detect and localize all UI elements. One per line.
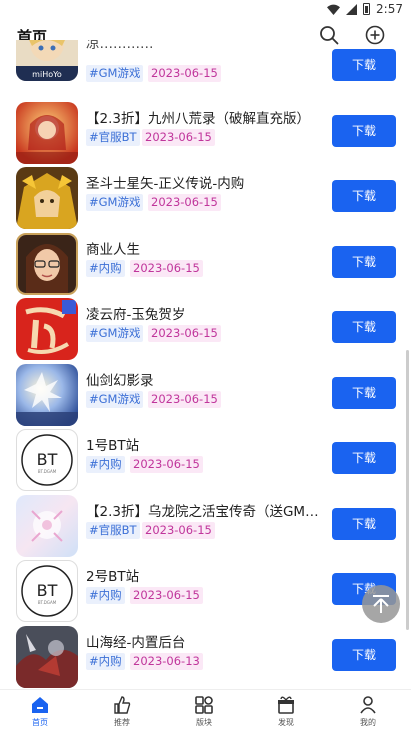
tab-label: 首页	[32, 718, 48, 727]
game-date-tag: 2023-06-13	[130, 653, 203, 670]
tab-home[interactable]: 首页	[10, 693, 70, 731]
signal-icon	[346, 3, 358, 15]
game-title: 凉…………	[86, 40, 154, 52]
game-type-tag: #内购	[86, 456, 125, 473]
game-date-tag: 2023-06-15	[130, 587, 203, 604]
game-title: 凌云府-玉兔贺岁	[86, 307, 186, 323]
game-date-tag: 2023-06-15	[142, 129, 215, 146]
game-title: 圣斗士星矢-正义传说-内购	[86, 176, 245, 192]
game-date-tag: 2023-06-15	[148, 65, 221, 82]
game-title: 1号BT站	[86, 438, 140, 454]
game-type-tag: #GM游戏	[86, 391, 144, 408]
tab-label: 发现	[278, 718, 294, 727]
tab-sections[interactable]: 版块	[174, 693, 234, 731]
bt-logo-text: BT	[37, 450, 58, 469]
game-row[interactable]: 【2.3折】乌龙院之活宝传奇（送GM… #官服BT 2023-06-15 下载	[0, 495, 411, 560]
bt-logo-subtext: BT.DGAM	[38, 469, 57, 474]
tab-mine[interactable]: 我的	[338, 693, 398, 731]
grid-icon	[195, 696, 213, 714]
game-row[interactable]: 【2.3折】九州八荒录（破解直充版） #官服BT 2023-06-15 下载	[0, 102, 411, 167]
game-row[interactable]: 山海经-内置后台 #内购 2023-06-13 下载	[0, 626, 411, 688]
game-icon-shanhaijing	[16, 626, 78, 688]
game-title: 【2.3折】乌龙院之活宝传奇（送GM…	[86, 504, 319, 520]
game-title: 商业人生	[86, 242, 140, 258]
game-type-tag: #官服BT	[86, 522, 140, 539]
game-icon-business-life	[16, 233, 78, 295]
download-button[interactable]: 下载	[332, 442, 396, 474]
arrow-up-icon	[373, 595, 389, 613]
game-date-tag: 2023-06-15	[130, 456, 203, 473]
download-button[interactable]: 下载	[332, 311, 396, 343]
game-type-tag: #GM游戏	[86, 65, 144, 82]
game-date-tag: 2023-06-15	[148, 194, 221, 211]
bt-logo-subtext: BT.DGAM	[38, 600, 57, 605]
game-type-tag: #内购	[86, 587, 125, 604]
list-scrollbar[interactable]	[406, 350, 409, 630]
icon-brand-text: miHoYo	[32, 70, 62, 79]
game-type-tag: #内购	[86, 653, 125, 670]
game-title: 【2.3折】九州八荒录（破解直充版）	[86, 111, 310, 127]
game-type-tag: #GM游戏	[86, 194, 144, 211]
game-type-tag: #内购	[86, 260, 125, 277]
game-icon-bt-station-2: BT BT.DGAM	[16, 560, 78, 622]
game-icon-lingyunfu	[16, 298, 78, 360]
game-row[interactable]: 仙剑幻影录 #GM游戏 2023-06-15 下载	[0, 364, 411, 429]
game-title: 仙剑幻影录	[86, 373, 154, 389]
battery-icon	[363, 3, 371, 15]
game-row[interactable]: BT BT.DGAM 1号BT站 #内购 2023-06-15 下载	[0, 429, 411, 494]
wifi-icon	[327, 4, 341, 15]
download-button[interactable]: 下载	[332, 246, 396, 278]
status-icons: 2:57	[327, 2, 403, 16]
tab-label: 我的	[360, 718, 376, 727]
game-row[interactable]: 圣斗士星矢-正义传说-内购 #GM游戏 2023-06-15 下载	[0, 167, 411, 232]
game-icon-saint-seiya	[16, 167, 78, 229]
game-date-tag: 2023-06-15	[148, 325, 221, 342]
game-icon-wulongyuan	[16, 495, 78, 557]
tab-discover[interactable]: 发现	[256, 693, 316, 731]
download-button[interactable]: 下载	[332, 115, 396, 147]
gift-icon	[278, 696, 294, 714]
game-date-tag: 2023-06-15	[148, 391, 221, 408]
download-button[interactable]: 下载	[332, 508, 396, 540]
tab-label: 版块	[196, 718, 212, 727]
game-icon-xianjian	[16, 364, 78, 426]
game-row[interactable]: 商业人生 #内购 2023-06-15 下载	[0, 233, 411, 298]
game-type-tag: #官服BT	[86, 129, 140, 146]
bt-logo-text: BT	[37, 581, 58, 600]
game-row[interactable]: 凌云府-玉兔贺岁 #GM游戏 2023-06-15 下载	[0, 298, 411, 363]
game-icon-genshin: miHoYo	[16, 40, 78, 81]
thumbs-up-icon	[114, 696, 131, 714]
game-row[interactable]: miHoYo 凉………… #GM游戏 2023-06-15 下载	[0, 40, 411, 103]
back-to-top-button[interactable]	[362, 585, 400, 623]
status-bar: 2:57	[0, 0, 411, 18]
game-type-tag: #GM游戏	[86, 325, 144, 342]
game-icon-bt-station-1: BT BT.DGAM	[16, 429, 78, 491]
game-row[interactable]: BT BT.DGAM 2号BT站 #内购 2023-06-15 下载	[0, 560, 411, 625]
game-title: 山海经-内置后台	[86, 635, 186, 651]
home-icon	[32, 697, 48, 713]
download-button[interactable]: 下载	[332, 180, 396, 212]
tab-recommend[interactable]: 推荐	[92, 693, 152, 731]
game-date-tag: 2023-06-15	[130, 260, 203, 277]
status-time: 2:57	[376, 2, 403, 16]
tab-label: 推荐	[114, 718, 130, 727]
game-list[interactable]: miHoYo 凉………… #GM游戏 2023-06-15 下载 【2.3折】九…	[0, 40, 411, 688]
bottom-tab-bar: 首页 推荐 版块 发现 我的	[0, 689, 411, 732]
game-icon-jiuzhou	[16, 102, 78, 164]
user-icon	[360, 696, 376, 714]
download-button[interactable]: 下载	[332, 377, 396, 409]
game-date-tag: 2023-06-15	[142, 522, 215, 539]
game-title: 2号BT站	[86, 569, 140, 585]
download-button[interactable]: 下载	[332, 49, 396, 81]
download-button[interactable]: 下载	[332, 639, 396, 671]
